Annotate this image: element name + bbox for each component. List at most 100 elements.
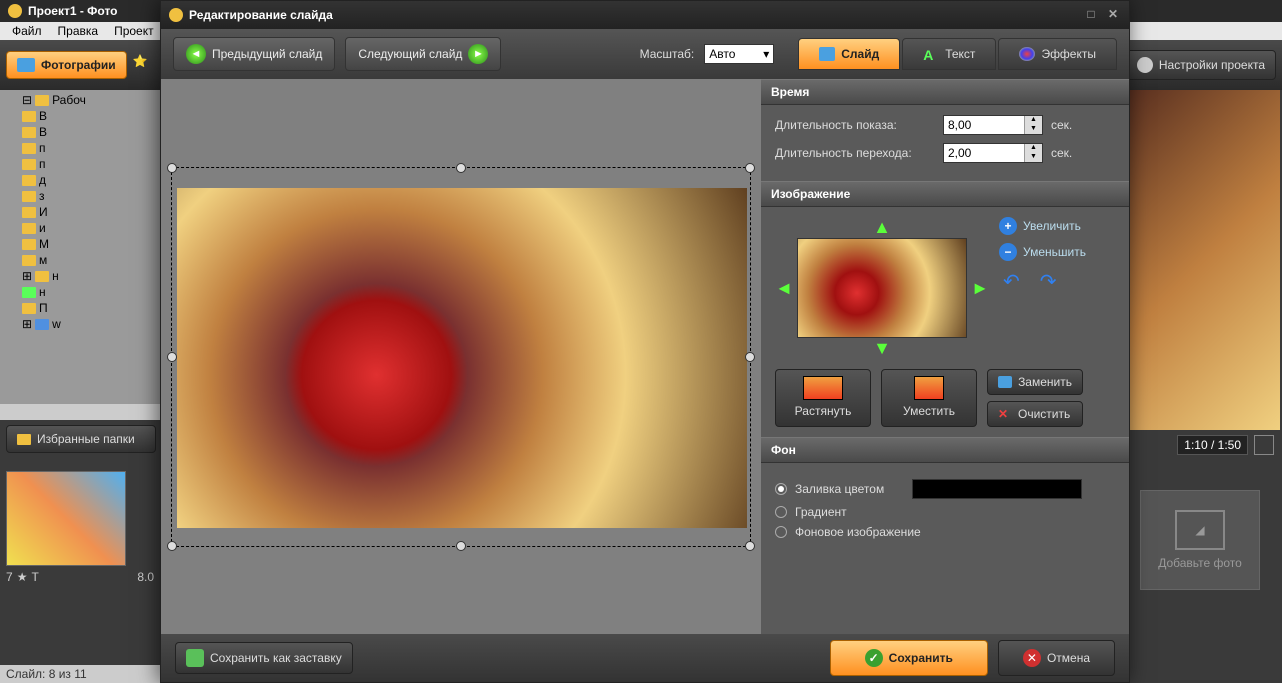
arrow-right-icon: ► — [468, 44, 488, 64]
text-icon: A — [923, 47, 939, 61]
slide-thumbnail[interactable] — [6, 471, 126, 566]
resize-handle[interactable] — [167, 352, 177, 362]
check-icon: ✓ — [865, 649, 883, 667]
folder-tree[interactable]: ⊟Рабоч В В п п д з И и М м ⊞н н П ⊞w — [0, 90, 160, 420]
rotate-left-icon[interactable]: ↶ — [1003, 269, 1020, 294]
photos-label: Фотографии — [41, 58, 116, 72]
preview-area — [1130, 90, 1280, 430]
tab-text[interactable]: A Текст — [902, 38, 996, 70]
zoom-out-icon: − — [999, 243, 1017, 261]
dialog-footer: Сохранить как заставку ✓ Сохранить ✕ Отм… — [161, 634, 1129, 682]
delete-icon: ✕ — [998, 407, 1012, 421]
time-section-header: Время — [761, 79, 1129, 105]
tab-effects[interactable]: Эффекты — [998, 38, 1117, 70]
thumbnail-strip: 7 ★ T 8.0 — [0, 465, 160, 625]
stretch-icon — [803, 376, 843, 400]
close-icon[interactable]: ✕ — [1105, 7, 1121, 23]
bg-gradient-radio[interactable] — [775, 506, 787, 518]
resize-handle[interactable] — [745, 352, 755, 362]
prev-slide-button[interactable]: ◄ Предыдущий слайд — [173, 37, 335, 71]
chevron-down-icon: ▾ — [763, 47, 769, 61]
clear-button[interactable]: ✕ Очистить — [987, 401, 1083, 427]
tab-slide[interactable]: Слайд — [798, 38, 900, 70]
tabs: Слайд A Текст Эффекты — [798, 38, 1117, 70]
nudge-down-icon[interactable]: ▼ — [873, 338, 891, 358]
resize-handle[interactable] — [167, 163, 177, 173]
zoom-in-button[interactable]: + Увеличить — [999, 217, 1081, 235]
spin-up-icon[interactable]: ▲ — [1024, 116, 1042, 125]
resize-handle[interactable] — [745, 163, 755, 173]
scale-label: Масштаб: — [640, 47, 695, 61]
timeline-bar: 1:10 / 1:50 — [1130, 430, 1280, 460]
slide-canvas[interactable] — [161, 79, 761, 634]
nudge-left-icon[interactable]: ◄ — [775, 278, 793, 299]
scale-select[interactable]: Авто▾ — [704, 44, 774, 64]
save-as-intro-button[interactable]: Сохранить как заставку — [175, 642, 353, 674]
bg-fill-radio[interactable] — [775, 483, 787, 495]
dialog-titlebar: Редактирование слайда □ ✕ — [161, 1, 1129, 29]
properties-panel: Время Длительность показа: ▲▼ сек. Длите… — [761, 79, 1129, 634]
slide-icon — [819, 47, 835, 61]
spin-up-icon[interactable]: ▲ — [1024, 144, 1042, 153]
image-preview — [797, 238, 967, 338]
bg-section-header: Фон — [761, 437, 1129, 463]
text-overlay-icon[interactable]: T — [31, 570, 38, 584]
save-icon — [186, 649, 204, 667]
dialog-toolbar: ◄ Предыдущий слайд Следующий слайд ► Мас… — [161, 29, 1129, 79]
zoom-out-button[interactable]: − Уменьшить — [999, 243, 1086, 261]
project-settings-button[interactable]: Настройки проекта — [1126, 50, 1276, 80]
resize-handle[interactable] — [456, 541, 466, 551]
fit-icon — [914, 376, 944, 400]
next-slide-button[interactable]: Следующий слайд ► — [345, 37, 501, 71]
arrow-left-icon: ◄ — [186, 44, 206, 64]
dialog-icon — [169, 8, 183, 22]
dialog-title: Редактирование слайда — [189, 8, 333, 22]
bg-image-radio[interactable] — [775, 526, 787, 538]
bg-color-swatch[interactable] — [912, 479, 1082, 499]
star-icon[interactable]: ⭐ — [133, 54, 155, 76]
add-photo-placeholder[interactable]: ◢ Добавьте фото — [1140, 490, 1260, 590]
stretch-button[interactable]: Растянуть — [775, 369, 871, 427]
image-placeholder-icon: ◢ — [1175, 510, 1225, 550]
time-display: 1:10 / 1:50 — [1177, 435, 1248, 455]
status-bar: Слайл: 8 из 11 — [0, 665, 160, 683]
menu-project[interactable]: Проект — [106, 24, 162, 38]
settings-label: Настройки проекта — [1159, 58, 1265, 72]
menu-file[interactable]: Файл — [4, 24, 50, 38]
tree-scrollbar[interactable] — [0, 404, 160, 420]
nudge-right-icon[interactable]: ► — [971, 278, 989, 299]
spin-down-icon[interactable]: ▼ — [1024, 125, 1042, 134]
resize-handle[interactable] — [167, 541, 177, 551]
nudge-up-icon[interactable]: ▲ — [873, 217, 891, 237]
selection-rect[interactable] — [171, 167, 751, 547]
show-duration-input[interactable]: ▲▼ — [943, 115, 1043, 135]
image-section-header: Изображение — [761, 181, 1129, 207]
save-button[interactable]: ✓ Сохранить — [830, 640, 988, 676]
zoom-in-icon: + — [999, 217, 1017, 235]
main-title: Проект1 - Фото — [28, 4, 118, 18]
resize-handle[interactable] — [745, 541, 755, 551]
show-duration-label: Длительность показа: — [775, 118, 935, 132]
menu-edit[interactable]: Правка — [50, 24, 107, 38]
rotate-right-icon[interactable]: ↷ — [1040, 269, 1057, 294]
gear-icon — [1137, 57, 1153, 73]
transition-duration-input[interactable]: ▲▼ — [943, 143, 1043, 163]
thumb-index: 7 — [6, 570, 13, 584]
replace-button[interactable]: Заменить — [987, 369, 1083, 395]
resize-handle[interactable] — [456, 163, 466, 173]
spin-down-icon[interactable]: ▼ — [1024, 153, 1042, 162]
transition-duration-label: Длительность перехода: — [775, 146, 935, 160]
fit-button[interactable]: Уместить — [881, 369, 977, 427]
cancel-button[interactable]: ✕ Отмена — [998, 640, 1115, 676]
thumb-rating: 8.0 — [137, 570, 154, 584]
photos-button[interactable]: Фотографии — [6, 51, 127, 79]
maximize-icon[interactable]: □ — [1083, 7, 1099, 23]
fullscreen-icon[interactable] — [1254, 435, 1274, 455]
favorites-button[interactable]: Избранные папки — [6, 425, 156, 453]
app-icon — [8, 4, 22, 18]
folder-icon — [17, 434, 31, 445]
camera-icon — [17, 58, 35, 72]
edit-slide-dialog: Редактирование слайда □ ✕ ◄ Предыдущий с… — [160, 0, 1130, 683]
star-rating-icon[interactable]: ★ — [17, 570, 28, 584]
slide-image[interactable] — [177, 188, 747, 528]
